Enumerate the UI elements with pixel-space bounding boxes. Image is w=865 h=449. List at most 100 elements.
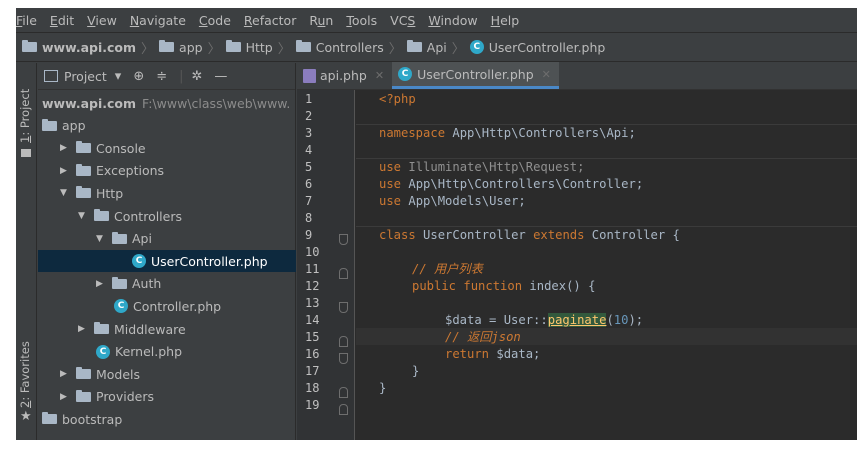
chevron-down-icon[interactable]: ▾ xyxy=(115,69,122,84)
line-number: 18 xyxy=(305,381,320,395)
class-icon: C xyxy=(469,40,484,54)
tool-window-stripe: 1: Project 2: Favorites ★ xyxy=(16,63,37,440)
fold-marker-icon[interactable] xyxy=(339,302,348,313)
menu-item[interactable]: Refactor xyxy=(244,13,296,28)
line-number: 2 xyxy=(305,109,313,123)
code-line-6: use App\Http\Controllers\Controller; xyxy=(379,177,644,191)
code-line-18: } xyxy=(379,381,387,395)
tree-item[interactable]: ▶ Exceptions xyxy=(38,160,296,182)
menu-item[interactable]: View xyxy=(87,13,117,28)
tree-item[interactable]: ▶ Console xyxy=(38,137,296,159)
ide-window: File Edit View Navigate Code Refactor Run Tools… xyxy=(16,8,857,440)
fold-marker-icon[interactable] xyxy=(339,404,348,415)
chevron-down-icon[interactable]: ▼ xyxy=(96,234,108,244)
line-number: 4 xyxy=(305,143,313,157)
fold-marker-icon[interactable] xyxy=(339,268,348,279)
folder-icon xyxy=(112,276,127,289)
hide-panel-icon[interactable]: — xyxy=(214,69,227,84)
fold-marker-icon[interactable] xyxy=(339,336,348,347)
code-line-9: class UserController extends Controller … xyxy=(379,228,680,242)
breadcrumb-api[interactable]: Api xyxy=(406,40,447,55)
menu-bar: File Edit View Navigate Code Refactor Run Tools… xyxy=(16,8,857,32)
tree-item[interactable]: bootstrap xyxy=(38,408,296,430)
menu-item[interactable]: Tools xyxy=(346,13,377,28)
tree-item[interactable]: app xyxy=(38,115,296,137)
line-number: 5 xyxy=(305,160,313,174)
tree-item[interactable]: ▶ Models xyxy=(38,363,296,385)
project-view-icon xyxy=(44,70,58,82)
php-file-icon xyxy=(303,68,316,83)
current-line-highlight xyxy=(356,328,857,345)
chevron-right-icon[interactable]: ▶ xyxy=(60,392,72,402)
class-icon: C xyxy=(114,299,128,314)
code-line-16: return $data; xyxy=(445,347,541,361)
code-editor[interactable]: 1 2 3 4 5 6 7 8 9 10 11 12 13 14 15 16 17 18 19 <?php name… xyxy=(297,90,857,440)
tree-item[interactable]: C Kernel.php xyxy=(38,341,296,363)
tree-item[interactable]: ▼ Controllers xyxy=(38,205,296,227)
menu-item[interactable]: Help xyxy=(491,13,520,28)
chevron-right-icon[interactable]: ▶ xyxy=(60,143,72,153)
menu-item[interactable]: Run xyxy=(309,13,333,28)
tree-item[interactable]: C UserController.php xyxy=(38,250,296,273)
chevron-down-icon[interactable]: ▼ xyxy=(60,188,72,198)
chevron-right-icon[interactable]: ▶ xyxy=(96,279,108,289)
tab-api-php[interactable]: api.php ✕ xyxy=(297,62,392,89)
fold-marker-icon[interactable] xyxy=(339,353,348,364)
tree-item[interactable]: ▶ Auth xyxy=(38,273,296,295)
folder-icon xyxy=(42,412,57,425)
fold-marker-icon[interactable] xyxy=(339,387,348,398)
menu-item[interactable]: File xyxy=(16,13,37,28)
gear-icon[interactable]: ✲ xyxy=(192,69,203,84)
line-number: 10 xyxy=(305,245,320,259)
chevron-right-icon: 〉 xyxy=(207,41,221,57)
tree-item[interactable]: C Controller.php xyxy=(38,295,296,317)
favorites-tool-tab[interactable]: 2: Favorites xyxy=(18,341,32,408)
breadcrumb-http[interactable]: Http xyxy=(225,40,273,55)
menu-item[interactable]: Code xyxy=(199,13,231,28)
collapse-all-icon[interactable]: ≑ xyxy=(156,69,167,84)
chevron-right-icon[interactable]: ▶ xyxy=(60,369,72,379)
tree-root[interactable]: www.api.com F:\www\class\web\www. xyxy=(38,92,296,114)
project-panel: Project ▾ ⊕ ≑ | ✲ — www.api.com F:\www\cl… xyxy=(38,63,296,440)
tree-item[interactable]: ▶ Providers xyxy=(38,386,296,408)
project-tool-tab[interactable]: 1: Project xyxy=(18,89,32,143)
folder-icon xyxy=(21,149,31,157)
chevron-down-icon[interactable]: ▼ xyxy=(78,211,90,221)
locate-target-icon[interactable]: ⊕ xyxy=(133,69,144,84)
line-number: 11 xyxy=(305,262,320,276)
chevron-right-icon: 〉 xyxy=(141,41,155,57)
breadcrumb-file[interactable]: C UserController.php xyxy=(469,40,605,55)
line-number: 15 xyxy=(305,330,320,344)
chevron-right-icon: 〉 xyxy=(388,41,402,57)
line-number: 3 xyxy=(305,126,313,140)
code-line-7: use App\Models\User; xyxy=(379,194,526,208)
code-line-1: <?php xyxy=(379,92,416,106)
line-number: 14 xyxy=(305,313,320,327)
breadcrumb-app[interactable]: app xyxy=(159,40,203,55)
tab-usercontroller-php[interactable]: C UserController.php ✕ xyxy=(392,62,559,89)
close-icon[interactable]: ✕ xyxy=(375,69,384,82)
chevron-right-icon[interactable]: ▶ xyxy=(60,166,72,176)
folder-icon xyxy=(94,322,109,334)
fold-marker-icon[interactable] xyxy=(339,234,348,245)
code-line-11: // 用户列表 xyxy=(412,262,483,276)
project-view-selector[interactable]: Project xyxy=(64,69,107,84)
menu-item[interactable]: VCS xyxy=(390,13,415,28)
menu-item[interactable]: Edit xyxy=(50,13,74,28)
folder-icon xyxy=(76,163,91,176)
close-icon[interactable]: ✕ xyxy=(542,68,551,81)
menu-item[interactable]: Window xyxy=(428,13,477,28)
tree-item[interactable]: ▶ Middleware xyxy=(38,318,296,340)
breadcrumb-root[interactable]: www.api.com xyxy=(22,40,136,55)
tree-item[interactable]: ▼ Api xyxy=(38,228,296,250)
line-number: 8 xyxy=(305,211,313,225)
breadcrumb-controllers[interactable]: Controllers xyxy=(295,40,384,55)
folder-icon xyxy=(42,118,57,131)
line-number: 12 xyxy=(305,279,320,293)
tree-item[interactable]: ▼ Http xyxy=(38,182,296,204)
chevron-right-icon[interactable]: ▶ xyxy=(78,324,90,334)
line-number: 1 xyxy=(305,92,313,106)
line-number: 16 xyxy=(305,347,320,361)
menu-item[interactable]: Navigate xyxy=(130,13,186,28)
code-line-12: public function index() { xyxy=(412,279,596,293)
